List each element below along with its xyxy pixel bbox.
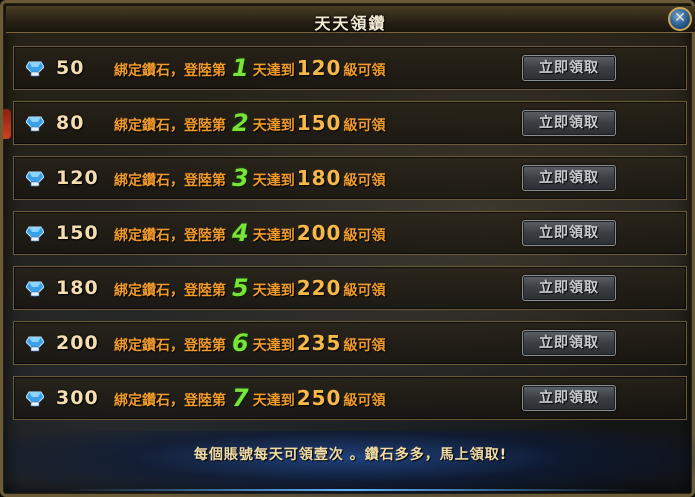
login-day-number: 6 bbox=[232, 329, 249, 357]
reward-row: 50 綁定鑽石，登陸第 1 天達到 120 級可領 立即領取 bbox=[13, 46, 687, 90]
condition-text-prefix: 綁定鑽石，登陸第 bbox=[114, 393, 226, 409]
claim-button[interactable]: 立即領取 bbox=[522, 55, 616, 81]
diamond-amount: 300 bbox=[56, 387, 99, 409]
required-level: 200 bbox=[296, 221, 342, 245]
reward-row: 120 綁定鑽石，登陸第 3 天達到 180 級可領 立即領取 bbox=[13, 156, 687, 200]
required-level: 180 bbox=[296, 166, 342, 190]
reward-condition: 綁定鑽石，登陸第 5 天達到 220 級可領 bbox=[114, 273, 385, 305]
diamond-amount: 80 bbox=[56, 112, 85, 134]
reward-row: 80 綁定鑽石，登陸第 2 天達到 150 級可領 立即領取 bbox=[13, 101, 687, 145]
condition-text-middle: 天達到 bbox=[252, 173, 295, 189]
required-level: 120 bbox=[296, 56, 342, 80]
diamond-icon bbox=[26, 61, 44, 77]
condition-text-middle: 天達到 bbox=[252, 393, 295, 409]
condition-text-suffix: 級可領 bbox=[343, 283, 386, 299]
condition-text-prefix: 綁定鑽石，登陸第 bbox=[114, 173, 226, 189]
diamond-icon bbox=[26, 336, 44, 352]
title-bar: 天天領鑽 bbox=[6, 6, 695, 33]
claim-button[interactable]: 立即領取 bbox=[522, 275, 616, 301]
condition-text-suffix: 級可領 bbox=[343, 63, 386, 79]
footer-divider bbox=[63, 489, 638, 491]
reward-row: 200 綁定鑽石，登陸第 6 天達到 235 級可領 立即領取 bbox=[13, 321, 687, 365]
reward-condition: 綁定鑽石，登陸第 7 天達到 250 級可領 bbox=[114, 383, 385, 415]
claim-button[interactable]: 立即領取 bbox=[522, 165, 616, 191]
condition-text-middle: 天達到 bbox=[252, 118, 295, 134]
reward-condition: 綁定鑽石，登陸第 3 天達到 180 級可領 bbox=[114, 163, 385, 195]
diamond-amount: 120 bbox=[56, 167, 99, 189]
diamond-icon bbox=[26, 116, 44, 132]
required-level: 250 bbox=[296, 386, 342, 410]
login-day-number: 4 bbox=[232, 219, 249, 247]
condition-text-prefix: 綁定鑽石，登陸第 bbox=[114, 228, 226, 244]
claim-button[interactable]: 立即領取 bbox=[522, 385, 616, 411]
diamond-icon bbox=[26, 281, 44, 297]
login-day-number: 2 bbox=[232, 109, 249, 137]
required-level: 220 bbox=[296, 276, 342, 300]
required-level: 235 bbox=[296, 331, 342, 355]
diamond-amount: 180 bbox=[56, 277, 99, 299]
condition-text-prefix: 綁定鑽石，登陸第 bbox=[114, 118, 226, 134]
condition-text-suffix: 級可領 bbox=[343, 173, 386, 189]
diamond-amount: 50 bbox=[56, 57, 85, 79]
required-level: 150 bbox=[296, 111, 342, 135]
diamond-amount: 200 bbox=[56, 332, 99, 354]
reward-condition: 綁定鑽石，登陸第 1 天達到 120 級可領 bbox=[114, 53, 385, 85]
reward-condition: 綁定鑽石，登陸第 6 天達到 235 級可領 bbox=[114, 328, 385, 360]
reward-row: 150 綁定鑽石，登陸第 4 天達到 200 級可領 立即領取 bbox=[13, 211, 687, 255]
condition-text-middle: 天達到 bbox=[252, 338, 295, 354]
reward-row: 180 綁定鑽石，登陸第 5 天達到 220 級可領 立即領取 bbox=[13, 266, 687, 310]
login-day-number: 5 bbox=[232, 274, 249, 302]
side-decoration bbox=[3, 109, 11, 139]
condition-text-middle: 天達到 bbox=[252, 63, 295, 79]
condition-text-middle: 天達到 bbox=[252, 228, 295, 244]
login-day-number: 3 bbox=[232, 164, 249, 192]
condition-text-suffix: 級可領 bbox=[343, 228, 386, 244]
login-day-number: 7 bbox=[232, 384, 249, 412]
condition-text-suffix: 級可領 bbox=[343, 338, 386, 354]
close-icon[interactable]: ✕ bbox=[668, 7, 692, 31]
diamond-icon bbox=[26, 171, 44, 187]
diamond-icon bbox=[26, 391, 44, 407]
window-title: 天天領鑽 bbox=[314, 14, 387, 33]
reward-condition: 綁定鑽石，登陸第 2 天達到 150 級可領 bbox=[114, 108, 385, 140]
footer-glow bbox=[6, 431, 695, 497]
footer-notice: 每個賬號每天可領壹次 。鑽石多多，馬上領取! bbox=[193, 447, 508, 463]
reward-row: 300 綁定鑽石，登陸第 7 天達到 250 級可領 立即領取 bbox=[13, 376, 687, 420]
claim-button[interactable]: 立即領取 bbox=[522, 330, 616, 356]
condition-text-prefix: 綁定鑽石，登陸第 bbox=[114, 338, 226, 354]
claim-button[interactable]: 立即領取 bbox=[522, 220, 616, 246]
condition-text-middle: 天達到 bbox=[252, 283, 295, 299]
diamond-icon bbox=[26, 226, 44, 242]
reward-condition: 綁定鑽石，登陸第 4 天達到 200 級可領 bbox=[114, 218, 385, 250]
condition-text-prefix: 綁定鑽石，登陸第 bbox=[114, 63, 226, 79]
login-day-number: 1 bbox=[232, 54, 249, 82]
claim-button[interactable]: 立即領取 bbox=[522, 110, 616, 136]
diamond-amount: 150 bbox=[56, 222, 99, 244]
condition-text-suffix: 級可領 bbox=[343, 118, 386, 134]
condition-text-suffix: 級可領 bbox=[343, 393, 386, 409]
condition-text-prefix: 綁定鑽石，登陸第 bbox=[114, 283, 226, 299]
